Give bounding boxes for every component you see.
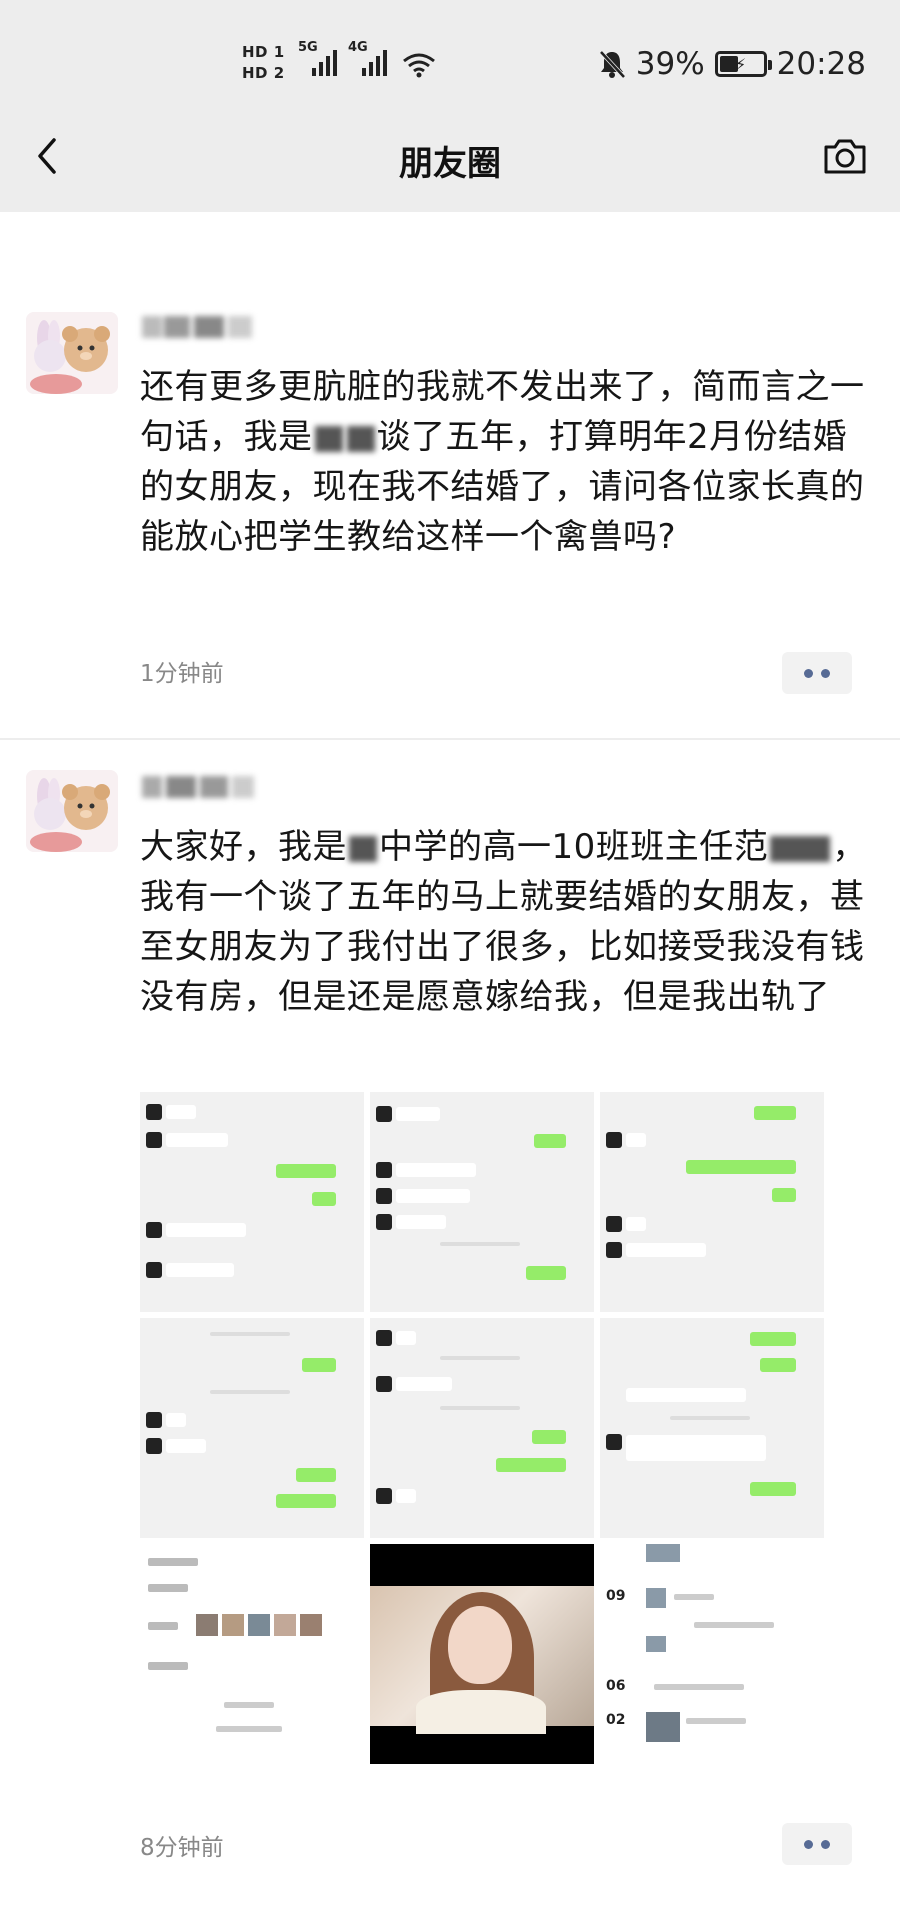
- username-redacted[interactable]: [142, 770, 260, 806]
- mute-icon: [599, 50, 626, 79]
- post-text: 大家好，我是 中学的高一10班班主任范， 我有一个谈了五年的马上就要结婚的女朋友，…: [140, 822, 880, 1022]
- image-grid: 09 06 02: [140, 1092, 824, 1768]
- more-dots-icon[interactable]: [782, 652, 852, 694]
- moments-feed-screenshot[interactable]: 09 06 02: [600, 1544, 824, 1764]
- clock: 20:28: [776, 46, 866, 82]
- feed-date: 09: [606, 1588, 626, 1604]
- moment-post-1: 还有更多更肮脏的我就不发出来了，简而言之一句话，我是 谈了五年，打算明年2月份结婚…: [0, 212, 900, 740]
- avatar[interactable]: [26, 312, 118, 394]
- avatar[interactable]: [26, 770, 118, 852]
- feed-date: 06: [606, 1678, 626, 1694]
- post-time: 8分钟前: [140, 1835, 224, 1861]
- signal-gen-2: 4G: [348, 40, 368, 55]
- feed-date: 02: [606, 1712, 626, 1728]
- username-redacted[interactable]: [142, 310, 260, 346]
- battery-charging-icon: ⚡: [714, 51, 772, 77]
- chat-screenshot[interactable]: [370, 1318, 594, 1538]
- sim1-badge: HD 1: [242, 43, 285, 61]
- profile-settings-screenshot[interactable]: [140, 1544, 364, 1764]
- post-text-part-2: 中学的高一10班班主任范: [379, 827, 769, 867]
- more-dots-icon[interactable]: [782, 1823, 852, 1865]
- chat-screenshot[interactable]: [600, 1092, 824, 1312]
- redaction-mark: [346, 426, 375, 452]
- video-screenshot[interactable]: [370, 1544, 594, 1764]
- redaction-mark: [349, 836, 377, 862]
- signal-strength-1: 5G: [298, 40, 337, 76]
- chat-screenshot[interactable]: [140, 1318, 364, 1538]
- page-title: 朋友圈: [399, 144, 501, 184]
- chat-screenshot[interactable]: [600, 1318, 824, 1538]
- chat-screenshot[interactable]: [140, 1092, 364, 1312]
- status-bar: HD 1 HD 2 5G 4G 39% ⚡ 20:28: [0, 0, 900, 135]
- camera-icon[interactable]: [822, 136, 868, 176]
- app-header: HD 1 HD 2 5G 4G 39% ⚡ 20:28 朋友圈: [0, 0, 900, 212]
- redaction-mark: [770, 836, 831, 862]
- post-text-part-1: 大家好，我是: [140, 827, 347, 867]
- wifi-icon: [403, 53, 435, 78]
- post-text: 还有更多更肮脏的我就不发出来了，简而言之一句话，我是 谈了五年，打算明年2月份结婚…: [140, 362, 880, 562]
- sim2-badge: HD 2: [242, 64, 285, 82]
- signal-gen-1: 5G: [298, 40, 318, 55]
- chat-screenshot[interactable]: [370, 1092, 594, 1312]
- battery-percent: 39%: [635, 46, 705, 82]
- sim-indicators: HD 1 HD 2: [242, 42, 285, 84]
- redaction-mark: [314, 426, 343, 452]
- signal-strength-2: 4G: [348, 40, 387, 76]
- post-time: 1分钟前: [140, 661, 224, 687]
- status-right-group: 39% ⚡ 20:28: [598, 46, 866, 82]
- nav-bar: 朋友圈: [0, 120, 900, 200]
